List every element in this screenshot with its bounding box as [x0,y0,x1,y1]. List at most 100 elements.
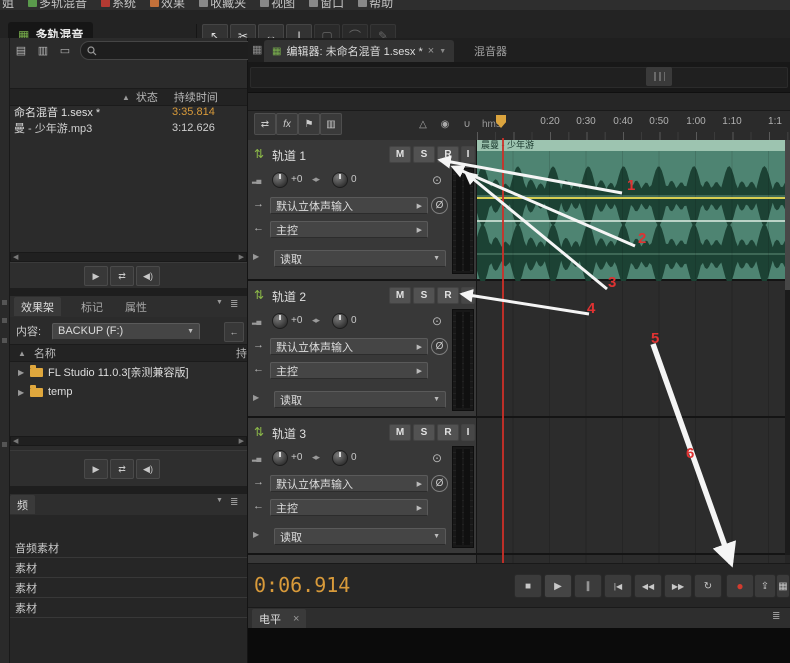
search-box[interactable] [80,41,256,60]
phase-button[interactable]: Ø [431,197,448,214]
punch-button[interactable]: ⚑ [298,113,320,135]
input-monitor-button[interactable]: I [461,287,475,304]
tab-editor[interactable]: ▦ 编辑器: 未命名混音 1.sesx * × ▼ [264,40,455,62]
zoom-navigator[interactable] [248,62,790,93]
track-1-lane[interactable]: 晨曼 - 少年游 [477,140,785,281]
time-display[interactable]: 0:06.914 [254,573,350,597]
pan-knob[interactable] [332,313,348,329]
list-item[interactable]: 素材 [10,558,247,578]
file-row[interactable]: 命名混音 1.sesx * 3:35.814 [10,104,247,120]
preview-volume-button[interactable]: ◀) [136,266,160,286]
browser-hscrollbar[interactable]: ◀ ▶ [10,436,247,446]
import-file-button[interactable]: ▤ [12,42,30,58]
list-item[interactable]: 素材 [10,598,247,618]
output-select[interactable]: 主控 ▶ [270,362,428,379]
scroll-left-icon[interactable]: ◀ [13,437,18,445]
tab-markers[interactable]: 标记 [74,297,110,316]
tab-dropdown-icon[interactable]: ▼ [216,497,223,504]
preview-play-button[interactable]: ▶ [84,459,108,479]
strip-icon[interactable] [2,318,7,323]
meters-button[interactable]: ▥ [320,113,342,135]
loop-button[interactable]: ↻ [694,574,722,598]
volume-knob[interactable] [272,450,288,466]
folder-row[interactable]: ▶ temp [10,382,247,402]
folder-row[interactable]: ▶ FL Studio 11.0.3[亲测兼容版] [10,362,247,382]
new-item-button[interactable]: ▥ [34,42,52,58]
tab-media[interactable]: 频 [10,495,35,514]
record-button[interactable]: ● [726,574,754,598]
automation-mode-select[interactable]: 读取 ▼ [274,528,446,545]
arm-record-button[interactable]: R [437,287,459,304]
metronome-button[interactable]: △ [412,113,434,135]
audio-clip[interactable]: 晨曼 - 少年游 [477,140,785,281]
input-monitor-button[interactable]: I [461,424,475,441]
monitor-button[interactable]: ◉ [434,113,456,135]
pan-knob[interactable] [332,172,348,188]
solo-button[interactable]: S [413,287,435,304]
close-icon[interactable]: × [293,613,299,625]
files-hscrollbar[interactable]: ◀ ▶ [10,252,247,262]
solo-button[interactable]: S [413,424,435,441]
list-item[interactable]: 音频素材 [10,538,247,558]
input-select[interactable]: 默认立体声输入 ▶ [270,338,428,355]
volume-envelope[interactable] [477,197,785,199]
tab-effects-rack[interactable]: 效果架 [14,297,61,316]
stop-button[interactable]: ■ [514,574,542,598]
output-select[interactable]: 主控 ▶ [270,499,428,516]
tab-dropdown-icon[interactable]: ▼ [439,48,446,55]
close-icon[interactable]: × [428,45,434,57]
preview-autoplay-button[interactable]: ⇄ [110,266,134,286]
phase-button[interactable]: Ø [431,338,448,355]
mute-button[interactable]: M [389,424,411,441]
navigator-handle[interactable] [646,67,672,86]
tracks-vscrollbar-thumb[interactable] [785,140,790,290]
track-name[interactable]: 轨道 1 [272,147,306,164]
crossfade-button[interactable]: ⇄ [254,113,276,135]
pan-envelope[interactable] [477,220,785,222]
scroll-right-icon[interactable]: ▶ [239,253,244,261]
arm-record-button[interactable]: R [437,424,459,441]
file-row[interactable]: 曼 - 少年游.mp3 3:12.626 [10,120,247,136]
scroll-left-icon[interactable]: ◀ [13,253,18,261]
phase-button[interactable]: Ø [431,475,448,492]
mute-button[interactable]: M [389,287,411,304]
tab-mixer[interactable]: 混音器 [464,40,517,62]
panel-menu-icon[interactable]: ≣ [230,299,238,310]
arm-record-button[interactable]: R [437,146,459,163]
strip-icon[interactable] [2,300,7,305]
input-monitor-button[interactable]: I [461,146,475,163]
preview-play-button[interactable]: ▶ [84,266,108,286]
automation-mode-select[interactable]: 读取 ▼ [274,250,446,267]
fx-button[interactable]: fx [276,113,298,135]
solo-button[interactable]: S [413,146,435,163]
play-button[interactable]: ▶ [544,574,572,598]
volume-knob[interactable] [272,172,288,188]
track-name[interactable]: 轨道 2 [272,288,306,305]
output-select[interactable]: 主控 ▶ [270,221,428,238]
tab-properties[interactable]: 属性 [118,297,154,316]
delete-button[interactable]: ▭ [56,42,74,58]
navigator-track[interactable] [250,67,788,88]
skip-start-button[interactable]: |◀ [604,574,632,598]
rewind-button[interactable]: ◀◀ [634,574,662,598]
preview-volume-button[interactable]: ◀) [136,459,160,479]
drive-select[interactable]: BACKUP (F:) ▼ [52,322,200,340]
browser-back-button[interactable]: ← [224,322,244,342]
browser-column-header[interactable]: ▲ 名称 持 [10,344,247,362]
tab-levels[interactable]: 电平 × [252,609,307,628]
fast-forward-button[interactable]: ▶▶ [664,574,692,598]
automation-arrow-icon[interactable]: ▶ [253,393,259,402]
clip-title[interactable]: 晨曼 - 少年游 [477,140,785,151]
expand-icon[interactable]: ▶ [18,368,30,377]
strip-icon[interactable] [2,338,7,343]
mute-button[interactable]: M [389,146,411,163]
input-select[interactable]: 默认立体声输入 ▶ [270,475,428,492]
export-button[interactable]: ⇪ [754,574,776,598]
automation-arrow-icon[interactable]: ▶ [253,252,259,261]
panel-menu-icon[interactable]: ≣ [230,497,238,508]
panel-menu-icon[interactable]: ≣ [772,611,780,622]
scroll-right-icon[interactable]: ▶ [239,437,244,445]
automation-mode-select[interactable]: 读取 ▼ [274,391,446,408]
search-input[interactable] [101,44,225,57]
track-3-lane[interactable] [477,418,785,555]
